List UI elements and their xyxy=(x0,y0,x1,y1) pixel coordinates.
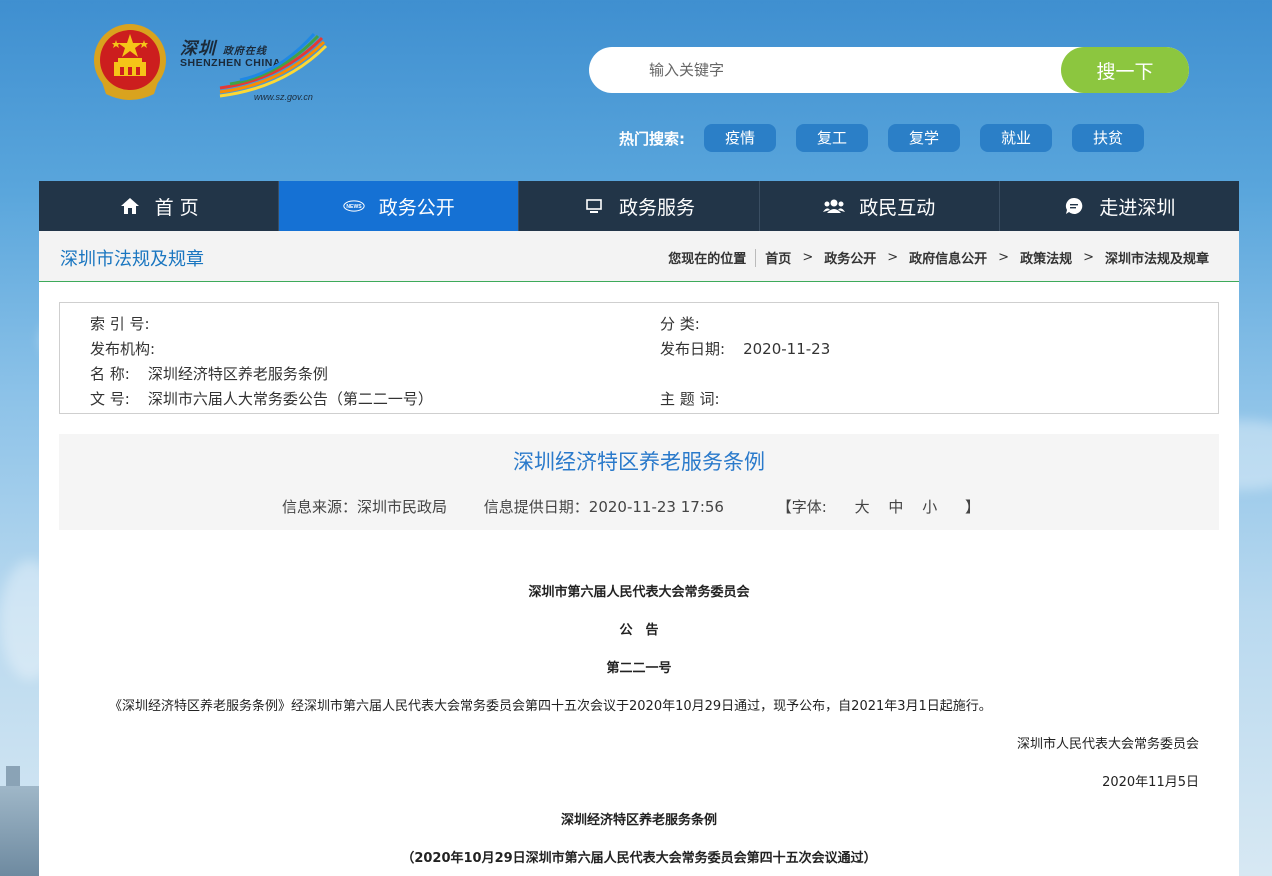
site-logo[interactable]: 深圳 政府在线 SHENZHEN CHINA www.sz.gov.cn xyxy=(92,22,332,104)
meta-publisher: 发布机构: xyxy=(90,338,173,359)
nav-about-shenzhen[interactable]: 走进深圳 xyxy=(1000,181,1239,231)
font-size-control: 【字体: 大 中 小 】 xyxy=(761,498,996,516)
meta-category-label: 分 类: xyxy=(660,315,700,333)
breadcrumb-government-affairs[interactable]: 政务公开 xyxy=(824,248,876,267)
hot-tag-epidemic[interactable]: 疫情 xyxy=(704,124,776,152)
body-heading-committee: 深圳市第六届人民代表大会常务委员会 xyxy=(528,585,750,600)
hot-tag-resume-school[interactable]: 复学 xyxy=(888,124,960,152)
document-info: 信息来源：深圳市民政局 信息提供日期：2020-11-23 17:56 【字体:… xyxy=(59,496,1219,517)
breadcrumb-home[interactable]: 首页 xyxy=(765,248,791,267)
document-metadata: 索 引 号: 分 类: 发布机构: 发布日期: 2020-11-23 名 称: 深圳… xyxy=(59,302,1219,414)
meta-date-label: 发布日期: xyxy=(660,340,726,358)
breadcrumb-policies[interactable]: 政策法规 xyxy=(1020,248,1072,267)
national-emblem-icon xyxy=(94,24,166,100)
breadcrumb-divider xyxy=(755,248,757,267)
home-icon xyxy=(119,195,141,217)
meta-index-label: 索 引 号: xyxy=(90,315,150,333)
chevron-right-icon: > xyxy=(998,250,1010,265)
breadcrumb-location-label: 您现在的位置 xyxy=(668,252,747,267)
meta-keywords-label: 主 题 词: xyxy=(660,390,720,408)
content-panel: 深圳市法规及规章 您现在的位置 首页 > 政务公开 > 政府信息公开 > 政策法… xyxy=(39,231,1239,876)
monitor-icon xyxy=(583,195,605,217)
hot-tag-resume-work[interactable]: 复工 xyxy=(796,124,868,152)
meta-name: 名 称: 深圳经济特区养老服务条例 xyxy=(90,363,328,384)
nav-home-label: 首 页 xyxy=(154,196,199,219)
nav-government-services-label: 政务服务 xyxy=(619,196,696,219)
search-input[interactable] xyxy=(589,47,1059,93)
nav-home[interactable]: 首 页 xyxy=(39,181,280,231)
breadcrumb: 您现在的位置 首页 > 政务公开 > 政府信息公开 > 政策法规 > 深圳市法规… xyxy=(668,248,1209,267)
meta-docno: 文 号: 深圳市六届人大常务委公告（第二二一号） xyxy=(90,388,433,409)
body-signature: 深圳市人民代表大会常务委员会 xyxy=(1016,737,1199,752)
breadcrumb-current[interactable]: 深圳市法规及规章 xyxy=(1105,248,1209,267)
body-heading-announcement: 公 告 xyxy=(619,623,659,638)
meta-name-value: 深圳经济特区养老服务条例 xyxy=(147,365,328,383)
section-title[interactable]: 深圳市法规及规章 xyxy=(60,245,204,271)
meta-date: 发布日期: 2020-11-23 xyxy=(660,338,830,359)
font-size-large-button[interactable]: 大 xyxy=(855,498,870,516)
nav-public-interaction[interactable]: 政民互动 xyxy=(760,181,1000,231)
font-size-small-button[interactable]: 小 xyxy=(922,498,937,516)
nav-government-affairs[interactable]: NEWS 政务公开 xyxy=(279,181,520,231)
users-icon xyxy=(823,195,846,217)
font-size-close-bracket: 】 xyxy=(964,498,980,516)
chevron-right-icon: > xyxy=(802,250,814,265)
meta-date-value: 2020-11-23 xyxy=(743,340,831,358)
meta-index: 索 引 号: xyxy=(90,313,168,334)
meta-category: 分 类: xyxy=(660,313,718,334)
chevron-right-icon: > xyxy=(1083,250,1094,265)
meta-keywords: 主 题 词: xyxy=(660,388,738,409)
hot-search: 热门搜索: 疫情 复工 复学 就业 扶贫 xyxy=(619,124,1164,152)
body-paragraph: 《深圳经济特区养老服务条例》经深圳市第六届人民代表大会常务委员会第四十五次会议于… xyxy=(109,699,992,714)
brand-wordmark: 深圳 政府在线 SHENZHEN CHINA www.sz.gov.cn xyxy=(180,30,330,102)
document-provided-date: 信息提供日期：2020-11-23 17:56 xyxy=(483,498,724,516)
main-nav: 首 页 NEWS 政务公开 政务服务 政民互动 走进深圳 xyxy=(39,181,1239,231)
document-header: 深圳经济特区养老服务条例 信息来源：深圳市民政局 信息提供日期：2020-11-… xyxy=(59,434,1219,530)
svg-text:NEWS: NEWS xyxy=(346,204,362,210)
breadcrumb-info-disclosure[interactable]: 政府信息公开 xyxy=(909,248,987,267)
brand-url: www.sz.gov.cn xyxy=(254,92,313,102)
document-title: 深圳经济特区养老服务条例 xyxy=(513,450,765,474)
font-size-label: 【字体: xyxy=(776,498,827,516)
document-source: 信息来源：深圳市民政局 xyxy=(282,498,448,516)
chat-icon xyxy=(1063,195,1085,217)
breadcrumb-bar: 深圳市法规及规章 您现在的位置 首页 > 政务公开 > 政府信息公开 > 政策法… xyxy=(39,231,1239,282)
nav-government-services[interactable]: 政务服务 xyxy=(519,181,760,231)
body-regulation-title: 深圳经济特区养老服务条例 xyxy=(560,813,717,828)
search-button[interactable]: 搜一下 xyxy=(1061,47,1189,93)
hot-tag-employment[interactable]: 就业 xyxy=(980,124,1052,152)
search-bar: 搜一下 xyxy=(589,47,1189,93)
meta-docno-value: 深圳市六届人大常务委公告（第二二一号） xyxy=(147,390,433,408)
nav-government-affairs-label: 政务公开 xyxy=(378,196,455,219)
background-cityscape xyxy=(0,766,40,876)
meta-publisher-label: 发布机构: xyxy=(90,340,156,358)
body-date: 2020年11月5日 xyxy=(1102,775,1199,790)
body-heading-number: 第二二一号 xyxy=(606,661,672,676)
nav-public-interaction-label: 政民互动 xyxy=(859,196,936,219)
news-icon: NEWS xyxy=(343,195,365,217)
hot-tag-poverty-relief[interactable]: 扶贫 xyxy=(1072,124,1144,152)
meta-name-label: 名 称: xyxy=(90,365,130,383)
rainbow-swoosh-icon xyxy=(219,32,328,98)
chevron-right-icon: > xyxy=(887,250,899,265)
meta-docno-label: 文 号: xyxy=(90,390,130,408)
hot-search-label: 热门搜索: xyxy=(619,129,685,148)
body-regulation-subtitle: （2020年10月29日深圳市第六届人民代表大会常务委员会第四十五次会议通过） xyxy=(401,851,877,866)
font-size-medium-button[interactable]: 中 xyxy=(888,498,903,516)
nav-about-shenzhen-label: 走进深圳 xyxy=(1099,196,1176,219)
